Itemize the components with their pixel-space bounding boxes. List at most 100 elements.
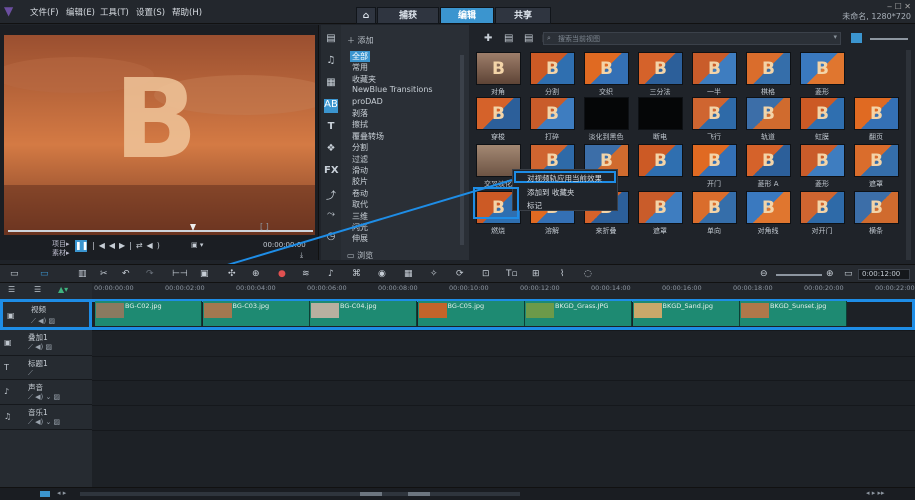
ruler-tick-label: 00:00:14:00 xyxy=(591,284,631,292)
title-track-controls[interactable]: ⟋ xyxy=(28,369,33,378)
clip-name: BKGD_Grass.JPG xyxy=(555,302,609,310)
zoom-slider[interactable] xyxy=(776,274,822,276)
status-bar: ◂ ▸ ◂ ▸ ▸▸ xyxy=(0,487,915,500)
timeline-ruler[interactable]: 00:00:00:00 00:00:02:00 00:00:04:00 00:00:0… xyxy=(92,283,915,299)
ruler-tick-label: 00:00:08:00 xyxy=(378,284,418,292)
subtitle-icon[interactable]: ▣ xyxy=(200,269,209,279)
timeline-clip[interactable]: BKGD_Grass.JPG xyxy=(525,301,632,326)
motion-track-icon[interactable]: ⊕ xyxy=(252,269,260,279)
mask-icon[interactable]: ✣ xyxy=(228,269,236,279)
lane-divider xyxy=(92,380,915,381)
clip-thumbnail xyxy=(741,303,769,318)
status-nav[interactable]: ◂ ▸ ▸▸ xyxy=(866,489,885,497)
music-track-title: 音乐1 xyxy=(28,408,48,417)
ruler-tick-label: 00:00:04:00 xyxy=(236,284,276,292)
overlay-track-title: 叠加1 xyxy=(28,333,48,342)
music-track-header[interactable]: ♫ 音乐1 ⟋ ◀) ⌄ ▨ xyxy=(0,405,92,430)
timeline-clip[interactable]: BG-C03.jpg xyxy=(202,301,310,326)
zoom-in-icon[interactable]: ⊕ xyxy=(826,269,834,279)
fit-icon[interactable]: ▭ xyxy=(844,269,853,279)
speed-icon[interactable]: ⟳ xyxy=(456,269,464,279)
overlay-track-controls[interactable]: ⟋ ◀) ▨ xyxy=(28,343,52,352)
timeline-timecode[interactable]: 0:00:12:00 xyxy=(858,269,910,280)
video-track-title: 视频 xyxy=(31,305,46,314)
title-track-icon: T xyxy=(4,363,9,372)
track-header-controls: ☰ ☰ ▲▾ xyxy=(0,283,92,299)
clip-name: BKGD_Sand.jpg xyxy=(662,302,714,310)
clip-name: BG-C05.jpg xyxy=(447,302,485,310)
music-track-icon: ♫ xyxy=(4,412,12,421)
timeline-clip[interactable]: BG-C02.jpg xyxy=(95,301,202,326)
lane-divider xyxy=(92,405,915,406)
ruler-tick-label: 00:00:20:00 xyxy=(804,284,844,292)
clip-thumbnail xyxy=(418,303,447,318)
lane-divider xyxy=(92,430,915,431)
voice-track-title: 声音 xyxy=(28,383,43,392)
clip-thumbnail xyxy=(633,303,662,318)
title-track-header[interactable]: T 标题1 ⟋ xyxy=(0,356,92,380)
overlay-track-header[interactable]: ▣ 叠加1 ⟋ ◀) ▨ xyxy=(0,330,92,356)
video-track-header[interactable]: ▣ 视频 ⟋ ◀) ▨ xyxy=(0,299,92,330)
title-editor-icon[interactable]: T▫ xyxy=(506,269,518,279)
overlay-track-icon: ▣ xyxy=(4,338,12,347)
ruler-tick-label: 00:00:10:00 xyxy=(449,284,489,292)
stabilize-icon[interactable]: ⊞ xyxy=(532,269,540,279)
lane-divider xyxy=(92,356,915,357)
clip-thumbnail xyxy=(311,303,339,318)
video-track-controls[interactable]: ⟋ ◀) ▨ xyxy=(31,317,55,326)
painting-icon[interactable]: ✧ xyxy=(430,269,438,279)
voice-track-icon: ♪ xyxy=(4,387,10,396)
storyboard-view-icon[interactable]: ▭ xyxy=(10,269,19,279)
auto-music-icon[interactable]: ♪ xyxy=(328,269,334,279)
clip-thumbnail xyxy=(203,303,232,318)
crop-icon[interactable]: ⊡ xyxy=(482,269,490,279)
clip-name: BG-C04.jpg xyxy=(340,302,377,310)
timeline-scrollbar[interactable] xyxy=(80,492,520,496)
ruler-tick-label: 00:00:18:00 xyxy=(733,284,773,292)
audio-ducking-icon[interactable]: ⌇ xyxy=(560,269,564,279)
ruler-tick-label: 00:00:16:00 xyxy=(662,284,702,292)
ripple-icon[interactable]: ⊢⊣ xyxy=(172,269,188,279)
track-options-icon[interactable]: ☰ xyxy=(8,285,15,294)
scroll-thumb-2[interactable] xyxy=(408,492,430,496)
track-visibility-icon[interactable]: ☰ xyxy=(34,285,41,294)
clip-name: BG-C02.jpg xyxy=(125,302,162,310)
scroll-thumb-1[interactable] xyxy=(360,492,382,496)
multicam-icon[interactable]: ⌘ xyxy=(352,269,361,279)
timeline-clip[interactable]: BKGD_Sunset.jpg xyxy=(740,301,847,326)
split-screen-icon[interactable]: ▦ xyxy=(404,269,413,279)
ruler-tick-label: 00:00:12:00 xyxy=(520,284,560,292)
lane-divider xyxy=(92,330,915,331)
add-track-icon[interactable]: ▲▾ xyxy=(58,285,68,294)
title-track-title: 标题1 xyxy=(28,359,48,368)
timeline-view-icon[interactable]: ▭ xyxy=(40,269,49,279)
timeline-toolbar: ▭ ▭ ▥ ✂ ↶ ↷ ⊢⊣ ▣ ✣ ⊕ ● ≋ ♪ ⌘ ◉ ▦ ✧ ⟳ ⊡ T… xyxy=(0,264,915,283)
ruler-tick-label: 00:00:22:00 xyxy=(875,284,915,292)
ruler-tick-label: 00:00:06:00 xyxy=(307,284,347,292)
zoom-out-icon[interactable]: ⊖ xyxy=(760,269,768,279)
ruler-tick-label: 00:00:02:00 xyxy=(165,284,205,292)
clip-thumbnail xyxy=(96,303,124,318)
record-icon[interactable]: ● xyxy=(278,269,286,279)
undo-icon[interactable]: ↶ xyxy=(122,269,130,279)
track-headers: ▣ 视频 ⟋ ◀) ▨ ▣ 叠加1 ⟋ ◀) ▨ T 标题1 ⟋ ♪ 声音 ⟋ … xyxy=(0,299,92,487)
timeline-clip[interactable]: BKGD_Sand.jpg xyxy=(632,301,740,326)
clip-name: BKGD_Sunset.jpg xyxy=(770,302,827,310)
timeline-lanes: BG-C02.jpg BG-C03.jpg BG-C04.jpg BG-C05.jpg… xyxy=(92,299,915,487)
ruler-tick-label: 00:00:00:00 xyxy=(94,284,134,292)
audio-mix-icon[interactable]: ≋ xyxy=(302,269,310,279)
split-icon[interactable]: ✂ xyxy=(100,269,108,279)
redo-icon[interactable]: ↷ xyxy=(146,269,154,279)
stop-motion-icon[interactable]: ◉ xyxy=(378,269,386,279)
video-track-icon: ▣ xyxy=(7,311,15,320)
scroll-arrows[interactable]: ◂ ▸ xyxy=(57,489,66,497)
music-track-controls[interactable]: ⟋ ◀) ⌄ ▨ xyxy=(28,418,60,427)
timeline-clip[interactable]: BG-C05.jpg xyxy=(417,301,525,326)
scroll-left-button[interactable] xyxy=(40,491,50,497)
track-manager-icon[interactable]: ▥ xyxy=(78,269,87,279)
voice-track-header[interactable]: ♪ 声音 ⟋ ◀) ⌄ ▨ xyxy=(0,380,92,405)
marker-icon[interactable]: ◌ xyxy=(584,269,592,279)
timeline-clip[interactable]: BG-C04.jpg xyxy=(310,301,417,326)
voice-track-controls[interactable]: ⟋ ◀) ⌄ ▨ xyxy=(28,393,60,402)
clip-name: BG-C03.jpg xyxy=(232,302,270,310)
